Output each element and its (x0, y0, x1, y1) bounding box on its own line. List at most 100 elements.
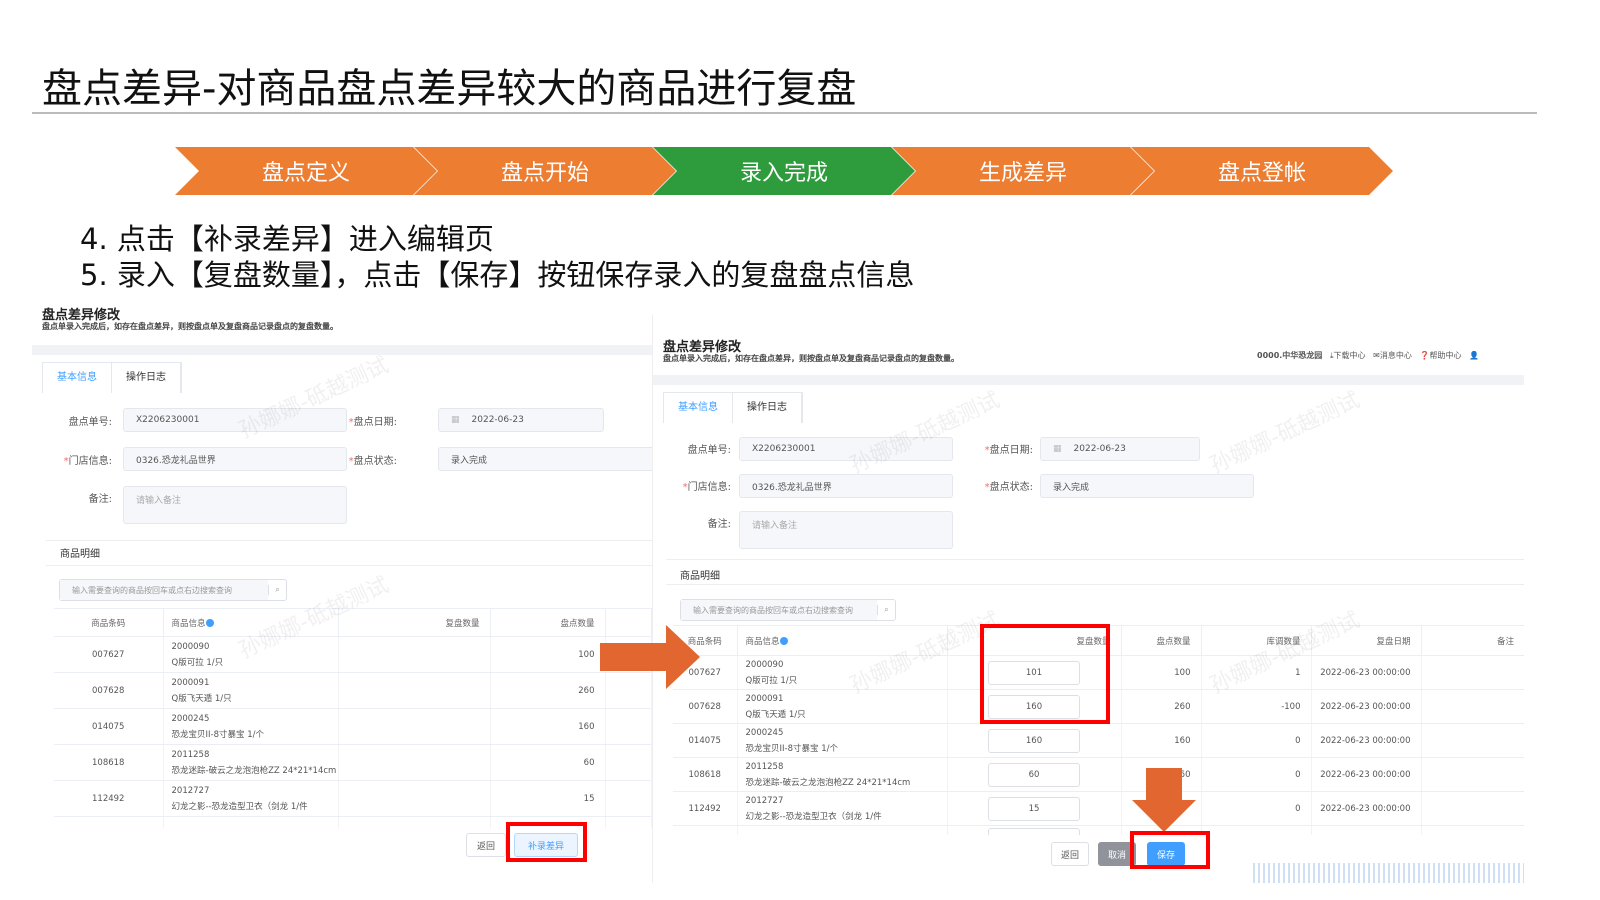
help-icon[interactable] (779, 637, 788, 645)
order-no-label: 盘点单号: (68, 417, 112, 428)
cell-recount-date: 2022-06-23 00:00:00 (1311, 655, 1422, 690)
screenshot-before: 盘点差异修改 盘点单录入完成后，如存在盘点差异，则按盘点单及复盘商品记录盘点的复… (32, 300, 652, 870)
cell-info: 2012727 幻龙之影--恐龙造型卫衣（剑龙 1/件 (737, 791, 948, 826)
store-field[interactable]: 0326.恐龙礼品世界 (739, 474, 953, 498)
cell-info: 2000091 Q版飞天遁 1/只 (163, 672, 339, 709)
col-count: 盘点数量 (1121, 625, 1202, 656)
order-no-field[interactable]: X2206230001 (123, 408, 347, 432)
product-code: 2000091 (171, 677, 210, 688)
message-center-link[interactable]: 消息中心 (1380, 351, 1412, 360)
cell-recount-date: 2022-06-23 00:00:00 (1311, 791, 1422, 826)
store-field[interactable]: 0326.恐龙礼品世界 (123, 447, 347, 471)
table-row: 007628 2000091 Q版飞天遁 1/只 260 (54, 672, 652, 709)
adjust: 0 (1295, 769, 1301, 780)
cell-barcode: 014075 (673, 723, 738, 758)
product-code: 2000090 (745, 659, 784, 670)
status-field: 录入完成 (1040, 474, 1254, 498)
count: 15 (583, 793, 595, 804)
cell-barcode: 007628 (54, 672, 164, 709)
cell-barcode: 014075 (54, 708, 164, 745)
status-label: 盘点状态: (989, 482, 1033, 493)
remark-input[interactable]: 请输入备注 (123, 486, 347, 524)
page-subtitle: 盘点单录入完成后，如存在盘点差异，则按盘点单及复盘商品记录盘点的复盘数量。 (663, 354, 959, 363)
tab-basic-info[interactable]: 基本信息 (664, 393, 733, 423)
user-icon[interactable]: 👤 (1469, 351, 1479, 360)
cell-extra (605, 744, 652, 781)
process-step-label: 盘点开始 (500, 161, 589, 186)
tab-operation-log[interactable]: 操作日志 (733, 393, 802, 423)
cell-info: 2000091 Q版飞天遁 1/只 (737, 689, 948, 724)
product-name: Q版可拉 1/只 (171, 657, 224, 668)
count: 260 (1174, 701, 1191, 712)
search-icon[interactable]: ⌕ (268, 585, 286, 595)
date-value: 2022-06-23 (1073, 444, 1126, 454)
cell-info: 2012727 幻龙之影--恐龙造型卫衣（剑龙 1/件 (163, 780, 339, 817)
product-code: 2000091 (745, 693, 784, 704)
process-step: 盘点定义 (175, 147, 437, 195)
recount-input[interactable]: 15 (988, 796, 1080, 821)
col-count: 盘点数量 (490, 608, 606, 637)
tab-basic-info[interactable]: 基本信息 (43, 363, 112, 393)
adjust: 0 (1295, 735, 1301, 746)
order-no-field[interactable]: X2206230001 (739, 437, 953, 461)
product-name: 幻龙之影--恐龙造型卫衣（剑龙 1/件 (745, 811, 882, 822)
search-input[interactable]: 输入需要查询的商品按回车或点右边搜索查询 (681, 600, 877, 620)
recount-input[interactable]: 160 (988, 728, 1080, 753)
cell-recount (338, 672, 491, 709)
date-label: 盘点日期: (353, 417, 397, 428)
cell-info: 2011258 恐龙迷踪-破云之龙泡泡枪ZZ 24*21*14cm (163, 744, 339, 781)
cell-adjust: 0 (1201, 723, 1312, 758)
table-row: 007627 2000090 Q版可拉 1/只 100 (54, 636, 652, 673)
back-button[interactable]: 返回 (466, 833, 506, 857)
title-divider (32, 112, 1537, 114)
col-info: 商品信息 (745, 636, 780, 647)
cell-barcode: 112492 (54, 780, 164, 817)
slide-title: 盘点差异-对商品盘点差异较大的商品进行复盘 (42, 66, 857, 112)
product-name: Q版可拉 1/只 (745, 675, 798, 686)
date-field[interactable]: ▦ 2022-06-23 (1040, 437, 1200, 461)
col-remark: 备注 (1421, 625, 1524, 656)
back-button[interactable]: 返回 (1051, 842, 1089, 866)
section-title: 商品明细 (46, 540, 652, 566)
product-code: 2012727 (745, 795, 784, 806)
store-label: 门店信息: (68, 456, 112, 467)
process-step-label: 盘点登帐 (1217, 161, 1306, 186)
col-adjust: 库调数量 (1201, 625, 1312, 656)
cell-recount[interactable]: 60 (947, 757, 1122, 792)
product-search[interactable]: 输入需要查询的商品按回车或点右边搜索查询 ⌕ (59, 579, 287, 601)
download-center-link[interactable]: 下载中心 (1334, 351, 1366, 360)
org-name[interactable]: 0000.中华恐龙园 (1257, 351, 1322, 360)
recount-input[interactable]: 60 (988, 762, 1080, 787)
cell-remark (1421, 791, 1524, 826)
cell-count: 100 (490, 636, 606, 673)
cell-extra (605, 780, 652, 817)
cell-recount[interactable]: 15 (947, 791, 1122, 826)
cell-barcode: 007628 (673, 689, 738, 724)
cell-adjust: -100 (1201, 689, 1312, 724)
help-center-link[interactable]: 帮助中心 (1429, 351, 1461, 360)
date-field[interactable]: ▦ 2022-06-23 (438, 408, 604, 432)
col-barcode: 商品条码 (54, 608, 164, 637)
cell-adjust: 1 (1201, 655, 1312, 690)
recount-date: 2022-06-23 00:00:00 (1320, 667, 1411, 678)
cell-extra (605, 708, 652, 745)
product-code: 2000245 (171, 713, 210, 724)
product-code: 2011258 (171, 749, 210, 760)
cell-count: 260 (1121, 689, 1202, 724)
band (32, 345, 652, 355)
cell-recount[interactable]: 160 (947, 723, 1122, 758)
barcode: 108618 (688, 769, 721, 780)
col-recount: 复盘数量 (338, 608, 491, 637)
remark-input[interactable]: 请输入备注 (739, 511, 953, 549)
tab-operation-log[interactable]: 操作日志 (112, 363, 181, 393)
product-search[interactable]: 输入需要查询的商品按回车或点右边搜索查询 ⌕ (680, 599, 896, 621)
table-row: 108618 2011258 恐龙迷踪-破云之龙泡泡枪ZZ 24*21*14cm 60… (673, 757, 1524, 792)
help-icon[interactable] (205, 619, 214, 627)
search-input[interactable]: 输入需要查询的商品按回车或点右边搜索查询 (60, 580, 268, 600)
cell-recount (338, 744, 491, 781)
cell-remark (1421, 723, 1524, 758)
count: 160 (1174, 735, 1191, 746)
product-name: 恐龙宝贝II-8寸暴宝 1/个 (171, 729, 264, 740)
search-icon[interactable]: ⌕ (877, 605, 895, 615)
recount-date: 2022-06-23 00:00:00 (1320, 803, 1411, 814)
